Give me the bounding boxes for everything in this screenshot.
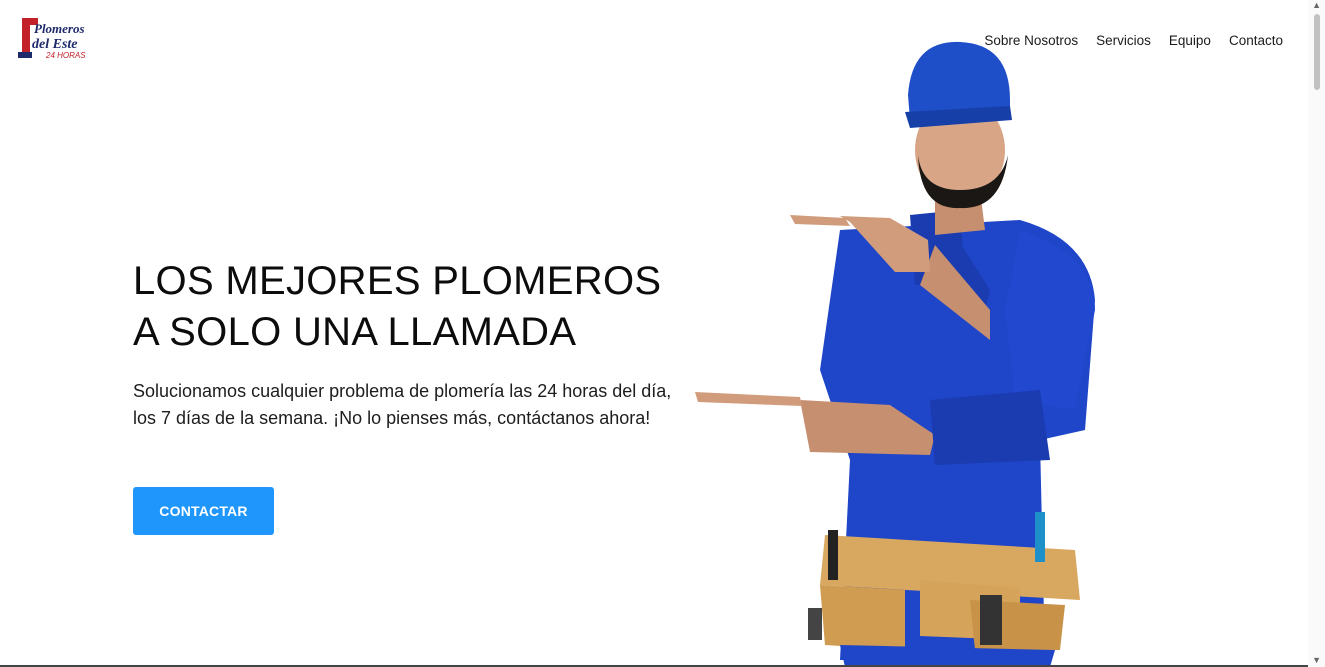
hero-title-line1: LOS MEJORES PLOMEROS	[133, 259, 662, 303]
scrollbar[interactable]: ▲ ▼	[1308, 0, 1325, 667]
plumber-image	[695, 41, 1095, 667]
nav-link-equipo[interactable]: Equipo	[1169, 33, 1211, 48]
hero-title: LOS MEJORES PLOMEROS A SOLO UNA LLAMADA	[133, 256, 673, 358]
brand-logo[interactable]: Plomeros del Este 24 HORAS	[18, 14, 102, 68]
hero-section: LOS MEJORES PLOMEROS A SOLO UNA LLAMADA …	[133, 256, 673, 432]
hero-subtitle: Solucionamos cualquier problema de plome…	[133, 381, 672, 428]
scroll-up-icon[interactable]: ▲	[1312, 0, 1321, 10]
hero-title-line2: A SOLO UNA LLAMADA	[133, 310, 577, 354]
scroll-down-icon[interactable]: ▼	[1312, 655, 1321, 665]
logo-text-line1: Plomeros	[34, 21, 85, 36]
logo-text-line3: 24 HORAS	[45, 51, 86, 60]
nav-link-contacto[interactable]: Contacto	[1229, 33, 1283, 48]
scroll-thumb[interactable]	[1314, 14, 1320, 90]
logo-text-line2: del Este	[32, 37, 78, 52]
contact-button[interactable]: CONTACTAR	[133, 487, 274, 535]
